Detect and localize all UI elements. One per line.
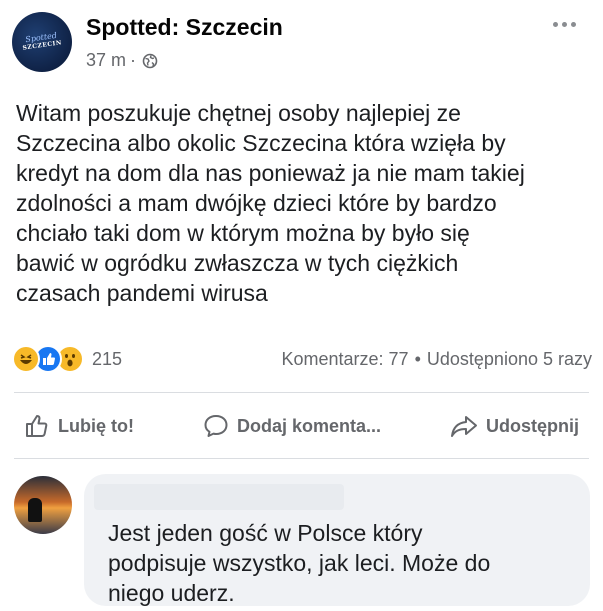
divider-bottom xyxy=(14,458,589,459)
thumbs-up-icon xyxy=(26,415,48,437)
engagement-stats: Komentarze: 77 • Udostępniono 5 razy xyxy=(282,349,593,370)
commenter-avatar[interactable] xyxy=(14,476,72,534)
comments-count-link[interactable]: Komentarze: 77 xyxy=(282,349,409,370)
reactions-row: 215 Komentarze: 77 • Udostępniono 5 razy xyxy=(12,344,592,374)
stats-separator: • xyxy=(414,348,421,369)
meta-separator: · xyxy=(130,50,137,70)
avatar-logo: Spotted SZCZECIN xyxy=(22,30,63,52)
comment-bubble: Jest jeden gość w Polsce który podpisuje… xyxy=(84,474,590,606)
share-arrow-icon xyxy=(450,416,477,437)
post-header: Spotted SZCZECIN Spotted: Szczecin 37 m … xyxy=(0,0,603,90)
reaction-summary[interactable]: 215 xyxy=(12,345,122,373)
divider-top xyxy=(14,392,589,393)
comment-label: Dodaj komenta... xyxy=(236,415,381,436)
page-name[interactable]: Spotted: Szczecin xyxy=(86,14,283,41)
action-bar: Lubię to! Dodaj komenta... Udostępnij xyxy=(14,398,589,454)
haha-reaction-icon xyxy=(12,345,40,373)
comment-text: Jest jeden gość w Polsce który podpisuje… xyxy=(108,520,491,606)
redacted-author-name xyxy=(94,484,344,510)
like-label: Lubię to! xyxy=(58,415,134,436)
share-label: Udostępnij xyxy=(485,415,579,436)
globe-icon xyxy=(142,53,158,68)
post-meta: 37 m · xyxy=(86,50,158,71)
comment-bubble-icon xyxy=(204,415,228,437)
page-avatar[interactable]: Spotted SZCZECIN xyxy=(12,12,72,72)
facebook-post: Spotted SZCZECIN Spotted: Szczecin 37 m … xyxy=(0,0,603,611)
reaction-count: 215 xyxy=(92,348,123,369)
avatar-silhouette xyxy=(28,498,42,522)
post-text: Witam poszukuje chętnej osoby najlepiej … xyxy=(16,100,525,306)
comment-button[interactable]: Dodaj komenta... xyxy=(193,407,391,445)
shares-count-link[interactable]: Udostępniono 5 razy xyxy=(427,349,592,370)
more-options-icon[interactable] xyxy=(547,14,581,34)
post-time[interactable]: 37 m xyxy=(86,50,126,71)
share-button[interactable]: Udostępnij xyxy=(440,407,589,445)
like-button[interactable]: Lubię to! xyxy=(14,407,144,445)
